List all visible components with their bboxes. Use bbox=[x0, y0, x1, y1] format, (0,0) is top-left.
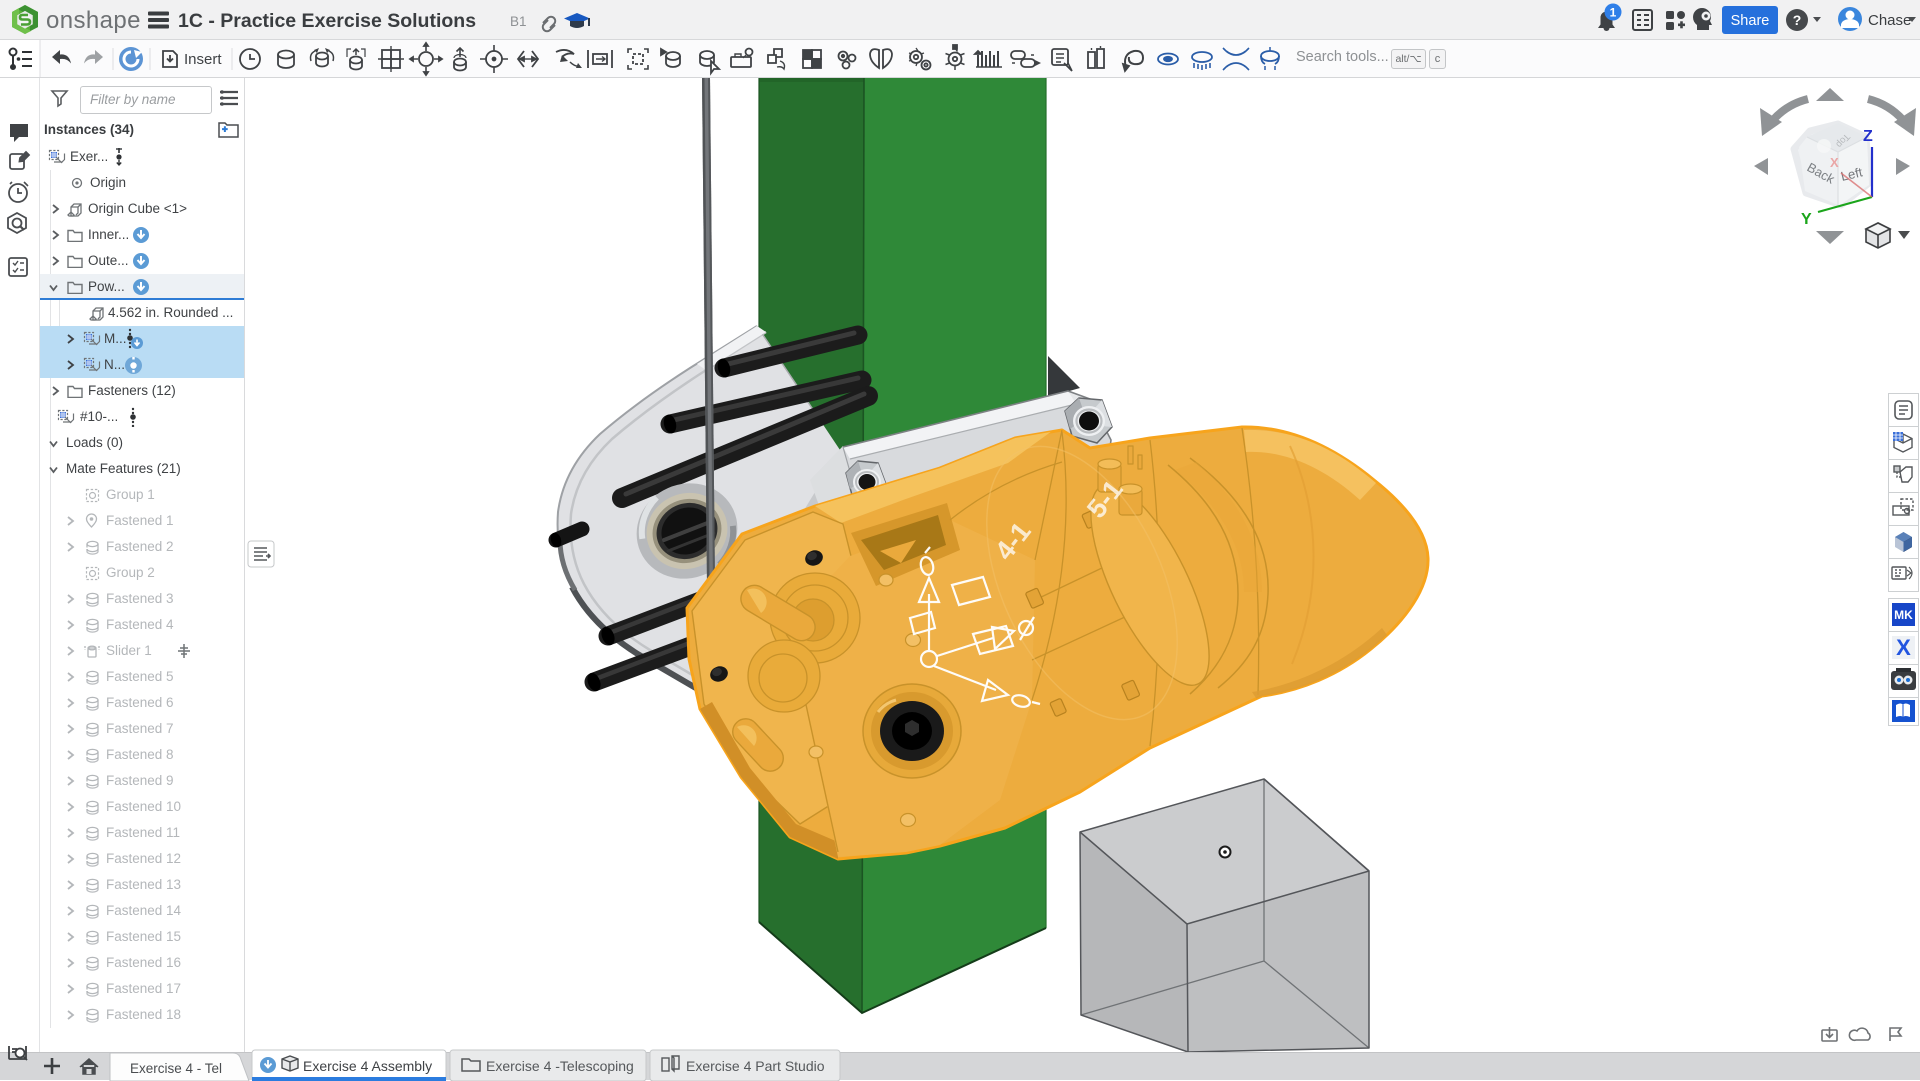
svg-text:B1: B1 bbox=[510, 14, 527, 29]
svg-text:onshape: onshape bbox=[46, 7, 141, 34]
svg-text:Exercise 4 Assembly: Exercise 4 Assembly bbox=[303, 1058, 432, 1074]
svg-text:Exercise 4 Part Studio: Exercise 4 Part Studio bbox=[686, 1058, 825, 1074]
svg-text:?: ? bbox=[1793, 12, 1802, 28]
svg-text:Z: Z bbox=[1863, 128, 1873, 145]
svg-text:1C - Practice Exercise Solutio: 1C - Practice Exercise Solutions bbox=[178, 10, 476, 32]
svg-text:X: X bbox=[1830, 155, 1839, 170]
svg-text:Chase: Chase bbox=[1868, 12, 1911, 29]
svg-text:Share: Share bbox=[1731, 13, 1770, 29]
svg-text:X: X bbox=[1896, 635, 1911, 660]
svg-text:Exercise 4 -Telescoping: Exercise 4 -Telescoping bbox=[486, 1058, 634, 1074]
svg-text:1: 1 bbox=[1610, 6, 1617, 20]
svg-text:Y: Y bbox=[1801, 211, 1812, 228]
svg-text:Insert: Insert bbox=[184, 51, 222, 68]
svg-text:Exercise 4 - Tel: Exercise 4 - Tel bbox=[130, 1061, 222, 1076]
svg-text:MK: MK bbox=[1894, 608, 1913, 622]
